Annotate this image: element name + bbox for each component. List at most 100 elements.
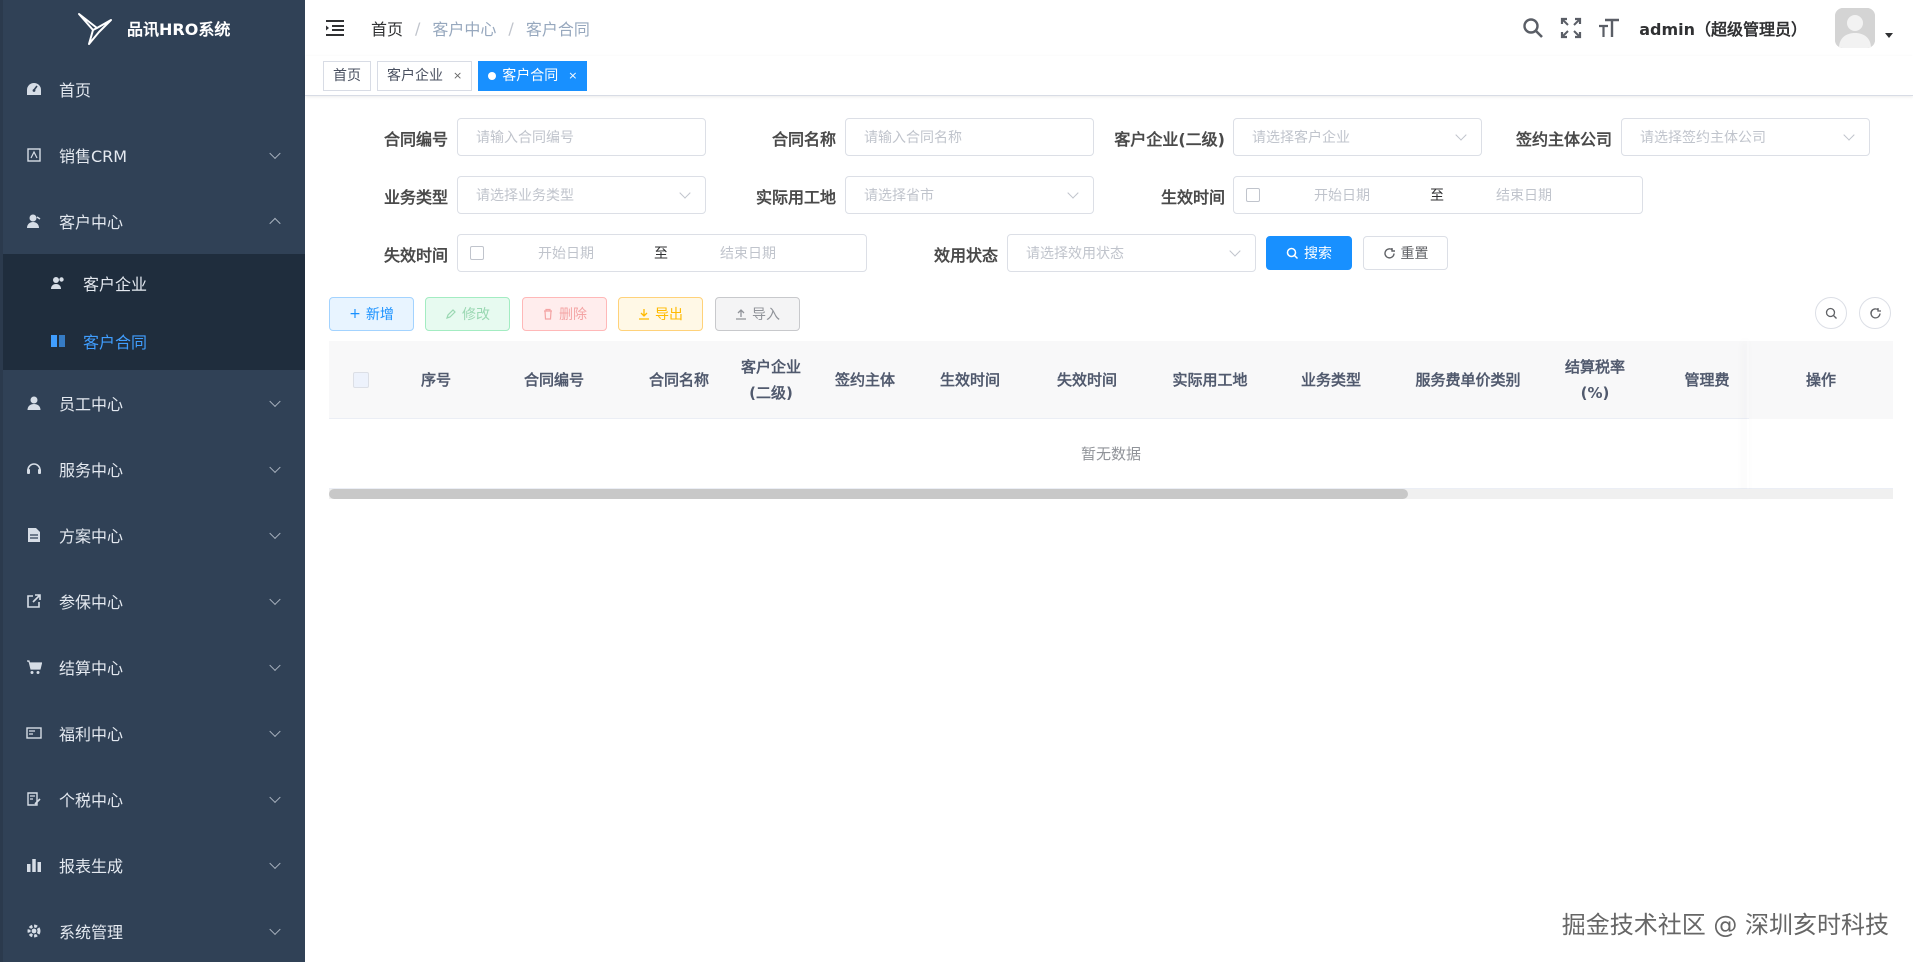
sidebar-item-insurance-center[interactable]: 参保中心: [3, 568, 305, 634]
sidebar-item-home[interactable]: 首页: [3, 56, 305, 122]
export-button-label: 导出: [655, 307, 683, 323]
chevron-down-icon: [269, 395, 281, 408]
business-type-placeholder: 请选择业务类型: [476, 188, 574, 204]
date-end[interactable]: 结束日期: [1496, 185, 1552, 205]
user-name[interactable]: admin（超级管理员）: [1639, 16, 1807, 40]
book-icon: [49, 332, 67, 350]
signing-company-select[interactable]: 请选择签约主体公司: [1621, 118, 1870, 156]
logo[interactable]: 品讯HRO系统: [3, 0, 305, 56]
customer-select[interactable]: 请选择客户企业: [1233, 118, 1482, 156]
font-size-icon[interactable]: [1597, 16, 1621, 40]
contract-no-input[interactable]: 请输入合同编号: [457, 118, 706, 156]
chevron-down-icon: [269, 659, 281, 672]
close-icon[interactable]: ×: [568, 62, 577, 90]
column-header: 失效时间: [1056, 371, 1117, 389]
service-icon: [25, 460, 43, 478]
edit-button[interactable]: 修改: [425, 297, 510, 331]
work-location-label: 实际用工地: [755, 188, 836, 207]
sidebar-item-label: 参保中心: [59, 593, 124, 612]
chevron-down-icon: [269, 527, 281, 540]
sidebar-item-label: 方案中心: [59, 527, 124, 546]
scrollbar-thumb[interactable]: [329, 489, 1409, 499]
sidebar-item-welfare-center[interactable]: 福利中心: [3, 700, 305, 766]
sidebar-item-customer-center[interactable]: 客户中心: [3, 188, 305, 254]
export-button[interactable]: 导出: [618, 297, 703, 331]
app-root: 品讯HRO系统 首页 销售CRM 客户中心 客户企业 客户合同 员工中心 服务中…: [0, 0, 1913, 962]
search-icon[interactable]: [1521, 16, 1545, 40]
delete-button[interactable]: 删除: [522, 297, 607, 331]
avatar-placeholder-icon: [1835, 8, 1875, 48]
breadcrumb-home[interactable]: 首页: [371, 16, 403, 40]
main-area: 首页 / 客户中心 / 客户合同 admin（超级管理员） 首页 客户企业 × 客…: [305, 0, 1913, 962]
date-end[interactable]: 结束日期: [720, 243, 776, 263]
breadcrumb-customer-contract: 客户合同: [525, 20, 590, 39]
column-header: 客户企业 (二级): [740, 358, 801, 402]
column-header: 生效时间: [939, 371, 1000, 389]
calendar-icon: [1246, 188, 1260, 202]
sidebar-item-label: 客户中心: [59, 213, 124, 232]
refresh-table-button[interactable]: [1859, 297, 1891, 329]
tag-home[interactable]: 首页: [323, 60, 371, 91]
tag-customer-company[interactable]: 客户企业 ×: [377, 60, 473, 91]
chevron-down-icon: [269, 461, 281, 474]
chevron-down-icon: [269, 593, 281, 606]
download-icon: [639, 309, 649, 320]
horizontal-scrollbar[interactable]: [329, 489, 1893, 499]
caret-down-icon[interactable]: [1885, 32, 1893, 38]
toggle-search-button[interactable]: [1815, 297, 1847, 329]
sidebar-item-settlement-center[interactable]: 结算中心: [3, 634, 305, 700]
tag-customer-contract[interactable]: 客户合同 ×: [478, 60, 588, 91]
calendar-icon: [470, 246, 484, 260]
expiry-date-range[interactable]: 开始日期 至 结束日期: [457, 234, 867, 272]
sidebar-item-system[interactable]: 系统管理: [3, 898, 305, 962]
add-button[interactable]: + 新增: [329, 297, 414, 331]
signing-company-placeholder: 请选择签约主体公司: [1640, 130, 1766, 146]
effective-date-range[interactable]: 开始日期 至 结束日期: [1233, 176, 1643, 214]
sidebar-item-crm[interactable]: 销售CRM: [3, 122, 305, 188]
sidebar-item-customer-company[interactable]: 客户企业: [3, 254, 305, 312]
business-type-select[interactable]: 请选择业务类型: [457, 176, 706, 214]
avatar[interactable]: [1835, 8, 1875, 48]
column-header-actions: 操作: [1749, 341, 1893, 419]
table-body: 暂无数据: [329, 419, 1893, 489]
chevron-down-icon: [1067, 187, 1079, 199]
chevron-up-icon: [269, 217, 281, 230]
hamburger-icon[interactable]: [325, 19, 345, 37]
contract-no-label: 合同编号: [383, 130, 448, 149]
date-start[interactable]: 开始日期: [538, 243, 594, 263]
date-start[interactable]: 开始日期: [1314, 185, 1370, 205]
sidebar-item-report[interactable]: 报表生成: [3, 832, 305, 898]
gear-icon: [25, 922, 43, 940]
column-header: 合同编号: [523, 371, 584, 389]
fullscreen-icon[interactable]: [1559, 16, 1583, 40]
sidebar-item-customer-contract[interactable]: 客户合同: [3, 312, 305, 370]
sidebar-item-plan-center[interactable]: 方案中心: [3, 502, 305, 568]
right-menu: admin（超级管理员）: [1521, 0, 1893, 56]
table-toolbar: + 新增 修改 删除 导出 导入: [329, 297, 1893, 331]
close-icon[interactable]: ×: [453, 62, 462, 90]
tags-view: 首页 客户企业 × 客户合同 ×: [305, 56, 1913, 96]
sidebar-item-employee-center[interactable]: 员工中心: [3, 370, 305, 436]
select-all-cell: [329, 341, 393, 419]
customer-label: 客户企业(二级): [1114, 130, 1225, 149]
chevron-down-icon: [269, 791, 281, 804]
sidebar-item-label: 客户企业: [83, 275, 148, 294]
sidebar-item-label: 福利中心: [59, 725, 124, 744]
contract-name-input[interactable]: 请输入合同名称: [845, 118, 1094, 156]
active-dot: [488, 71, 497, 80]
search-button[interactable]: 搜索: [1266, 236, 1352, 270]
contract-name-label: 合同名称: [771, 130, 836, 149]
people-icon: [49, 274, 67, 292]
sidebar-item-service-center[interactable]: 服务中心: [3, 436, 305, 502]
status-select[interactable]: 请选择效用状态: [1007, 234, 1256, 272]
plus-icon: +: [349, 306, 361, 322]
sidebar-item-tax-center[interactable]: 个税中心: [3, 766, 305, 832]
select-all-checkbox[interactable]: [353, 372, 369, 388]
reset-button[interactable]: 重置: [1363, 236, 1448, 270]
column-header: 签约主体: [834, 371, 895, 389]
column-header: 合同名称: [648, 371, 709, 389]
column-header: 业务类型: [1300, 371, 1361, 389]
work-location-select[interactable]: 请选择省市: [845, 176, 1094, 214]
chevron-down-icon: [1229, 245, 1241, 257]
import-button[interactable]: 导入: [715, 297, 800, 331]
